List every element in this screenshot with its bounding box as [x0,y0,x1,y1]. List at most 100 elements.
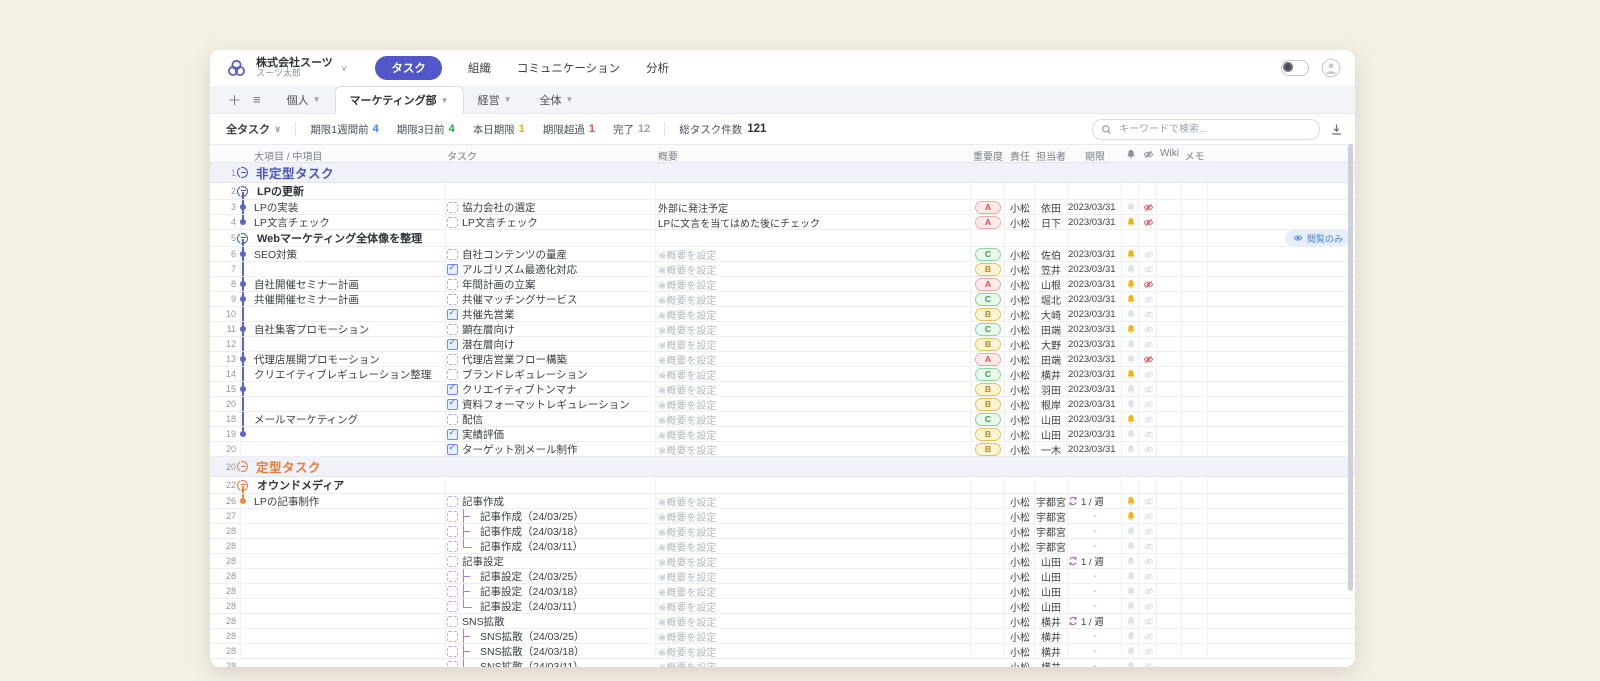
eye-off-icon[interactable] [1143,399,1154,410]
summary-cell[interactable]: ※概要を設定 [658,614,968,628]
task-checkbox[interactable] [447,324,458,335]
priority-badge[interactable]: A [975,216,1001,229]
nav-item-3[interactable]: 分析 [646,60,669,76]
task-checkbox[interactable] [447,526,458,537]
bell-icon[interactable] [1126,616,1136,626]
summary-cell[interactable]: ※概要を設定 [658,644,968,658]
summary-cell[interactable]: ※概要を設定 [658,292,968,306]
eye-off-icon[interactable] [1143,556,1154,567]
task-label[interactable]: 配信 [462,412,483,426]
chevron-down-icon[interactable]: ∨ [341,63,348,74]
task-checkbox[interactable] [447,571,458,582]
task-checkbox[interactable] [447,429,458,440]
task-checkbox[interactable] [447,249,458,260]
bell-icon[interactable] [1126,217,1136,227]
add-board-button[interactable]: ＋ [228,90,241,109]
bell-icon[interactable] [1126,571,1136,581]
task-label[interactable]: 自社コンテンツの量産 [462,247,567,261]
eye-off-icon[interactable] [1143,202,1154,213]
task-label[interactable]: 顕在層向け [462,322,515,336]
priority-badge[interactable]: B [975,263,1001,276]
bell-icon[interactable] [1126,202,1136,212]
mid-item-label[interactable]: クリエイティブレギュレーション整理 [254,367,431,381]
header-toggle-switch[interactable] [1281,60,1309,76]
summary-cell[interactable]: ※概要を設定 [658,569,968,583]
summary-cell[interactable]: ※概要を設定 [658,382,968,396]
task-checkbox[interactable] [447,646,458,657]
task-filter-dropdown[interactable]: 全タスク ∨ [226,121,281,137]
bell-icon[interactable] [1126,444,1136,454]
task-checkbox[interactable] [447,384,458,395]
eye-off-icon[interactable] [1143,601,1154,612]
task-label[interactable]: 記事設定 [462,554,504,568]
priority-badge[interactable]: C [975,248,1001,261]
summary-cell[interactable]: ※概要を設定 [658,539,968,553]
summary-cell[interactable]: ※概要を設定 [658,367,968,381]
priority-badge[interactable]: B [975,398,1001,411]
task-label[interactable]: SNS拡散 [462,614,505,628]
task-checkbox[interactable] [447,414,458,425]
task-label[interactable]: 共催マッチングサービス [462,292,578,306]
bell-icon[interactable] [1126,511,1136,521]
eye-off-icon[interactable] [1143,309,1154,320]
search-box[interactable] [1092,119,1320,140]
priority-badge[interactable]: B [975,443,1001,456]
summary-cell[interactable]: ※概要を設定 [658,337,968,351]
eye-off-icon[interactable] [1143,616,1154,627]
scrollbar-thumb[interactable] [1348,144,1353,591]
task-label[interactable]: 記事設定（24/03/25） [480,569,584,583]
summary-cell[interactable]: 外部に発注予定 [658,200,968,214]
eye-off-icon[interactable] [1143,496,1154,507]
nav-item-1[interactable]: 組織 [468,60,491,76]
summary-cell[interactable]: ※概要を設定 [658,322,968,336]
summary-cell[interactable]: ※概要を設定 [658,509,968,523]
task-checkbox[interactable] [447,541,458,552]
view-only-badge[interactable]: 閲覧のみ [1285,230,1351,246]
eye-off-icon[interactable] [1143,631,1154,642]
board-tab-2[interactable]: 経営▼ [464,86,526,113]
priority-badge[interactable]: C [975,323,1001,336]
stat-4[interactable]: 完了12 [613,122,650,137]
task-label[interactable]: ブランドレギュレーション [462,367,588,381]
board-tab-3[interactable]: 全体▼ [526,86,588,113]
search-input[interactable] [1117,123,1311,136]
summary-cell[interactable]: ※概要を設定 [658,277,968,291]
mid-item-label[interactable]: LP文言チェック [254,215,330,229]
task-label[interactable]: 実績評価 [462,427,504,441]
summary-cell[interactable]: ※概要を設定 [658,262,968,276]
task-label[interactable]: 資料フォーマットレギュレーション [462,397,630,411]
bell-icon[interactable] [1126,496,1136,506]
task-checkbox[interactable] [447,631,458,642]
bell-icon[interactable] [1126,631,1136,641]
task-checkbox[interactable] [447,369,458,380]
eye-off-icon[interactable] [1143,369,1154,380]
priority-badge[interactable]: C [975,293,1001,306]
task-label[interactable]: 潜在層向け [462,337,515,351]
summary-cell[interactable]: ※概要を設定 [658,412,968,426]
task-label[interactable]: 共催先営業 [462,307,515,321]
eye-off-icon[interactable] [1143,217,1154,228]
user-avatar[interactable] [1321,58,1341,78]
download-icon[interactable] [1330,123,1343,136]
task-label[interactable]: 記事作成（24/03/11） [480,539,583,553]
task-label[interactable]: 記事作成（24/03/25） [480,509,584,523]
eye-off-icon[interactable] [1143,661,1154,668]
eye-off-icon[interactable] [1143,646,1154,657]
stat-0[interactable]: 期限1週間前4 [310,122,378,137]
task-checkbox[interactable] [447,496,458,507]
board-tab-0[interactable]: 個人▼ [273,86,335,113]
task-checkbox[interactable] [447,399,458,410]
bell-icon[interactable] [1126,294,1136,304]
summary-cell[interactable]: ※概要を設定 [658,659,968,667]
task-label[interactable]: クリエイティブトンマナ [462,382,577,396]
summary-cell[interactable]: ※概要を設定 [658,584,968,598]
summary-cell[interactable]: ※概要を設定 [658,442,968,456]
bell-icon[interactable] [1126,399,1136,409]
task-checkbox[interactable] [447,279,458,290]
bell-icon[interactable] [1126,661,1136,667]
bell-icon[interactable] [1126,541,1136,551]
eye-off-icon[interactable] [1143,294,1154,305]
task-label[interactable]: 記事設定（24/03/11） [480,599,583,613]
board-list-icon[interactable]: ≡ [253,92,261,107]
eye-off-icon[interactable] [1143,511,1154,522]
